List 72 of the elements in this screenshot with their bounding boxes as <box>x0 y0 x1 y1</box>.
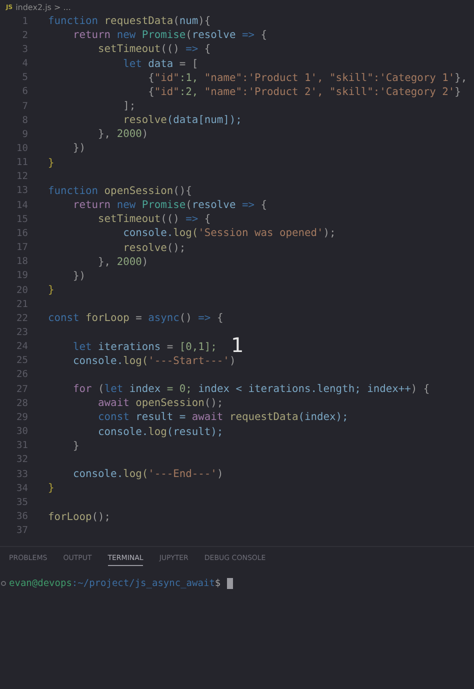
code-line: await openSession(); <box>97 397 224 410</box>
code-line: return new Promise(resolve => { <box>72 29 267 42</box>
code-line: const result = await requestData(index); <box>97 411 348 424</box>
line-number: 35 <box>16 496 28 508</box>
code-line: } <box>48 284 54 296</box>
breadcrumb[interactable]: index2.js > ... <box>16 2 71 12</box>
line-number: 33 <box>16 468 28 480</box>
line-number: 23 <box>16 327 28 338</box>
code-line: }, 2000) <box>97 128 148 140</box>
line-number: 16 <box>16 228 28 239</box>
line-number: 24 <box>16 341 28 352</box>
terminal-prompt: evan@devops:~/project/js_async_await$ <box>9 578 221 589</box>
code-line: setTimeout(() => { <box>97 43 211 56</box>
code-line: function openSession(){ <box>48 184 192 197</box>
line-number: 37 <box>16 525 28 536</box>
line-number: 5 <box>21 72 28 84</box>
code-line: return new Promise(resolve => { <box>72 199 267 212</box>
line-number: 34 <box>16 482 28 494</box>
code-line: {"id":2, "name":'Product 2', "skill":'Category 2'} <box>147 86 461 98</box>
code-line: }) <box>72 270 86 282</box>
line-number: 18 <box>16 256 28 268</box>
line-number: 31 <box>16 440 28 452</box>
line-number: 21 <box>16 298 28 310</box>
line-number: 36 <box>16 511 28 522</box>
code-line: function requestData(num){ <box>48 15 211 28</box>
line-number: 20 <box>16 284 28 296</box>
line-number: 19 <box>16 270 28 282</box>
code-line: console.log(result); <box>97 426 224 438</box>
line-number: 1 <box>21 16 28 27</box>
line-number: 32 <box>16 454 28 466</box>
code-line: resolve(); <box>122 242 186 254</box>
code-line: {"id":1, "name":'Product 1', "skill":'Category 1'}, <box>147 72 468 84</box>
line-number: 4 <box>21 58 28 70</box>
terminal-cursor <box>226 578 233 589</box>
circle-icon <box>1 580 6 586</box>
line-number: 9 <box>21 128 28 140</box>
code-line: resolve(data[num]); <box>122 114 242 126</box>
code-line: }, 2000) <box>97 256 148 268</box>
code-line: for (let index = 0; index < iterations.length; index++) { <box>72 383 430 396</box>
code-line: } <box>48 156 54 169</box>
line-number: 12 <box>16 171 28 182</box>
code-line: console.log('Session was opened'); <box>122 227 336 240</box>
line-number: 11 <box>16 157 28 168</box>
code-line: forLoop(); <box>48 510 111 523</box>
code-line: let iterations = [0,1]; <box>72 340 217 353</box>
line-number: 29 <box>16 412 28 423</box>
code-line: } <box>72 440 80 452</box>
line-number: 8 <box>21 114 28 126</box>
line-number: 15 <box>16 214 28 225</box>
line-number: 26 <box>16 369 28 380</box>
code-line: } <box>48 482 54 494</box>
line-number: 14 <box>16 200 28 211</box>
line-number: 13 <box>16 185 28 196</box>
line-number: 2 <box>21 30 28 41</box>
line-number: 22 <box>16 312 28 324</box>
line-number: 30 <box>16 426 28 438</box>
code-line: ]; <box>122 100 136 112</box>
line-number: 28 <box>16 398 28 409</box>
line-number: 17 <box>16 242 28 254</box>
line-number: 6 <box>21 86 28 98</box>
code-line: }) <box>72 142 86 154</box>
line-number: 7 <box>21 100 28 112</box>
line-number: 25 <box>16 355 28 366</box>
code-line: console.log('---End---') <box>72 468 224 480</box>
code-line: let data = [ <box>122 58 198 70</box>
line-number: 3 <box>21 44 28 55</box>
code-line: const forLoop = async() => { <box>48 312 224 324</box>
line-number: 10 <box>16 142 28 154</box>
line-number: 27 <box>16 384 28 395</box>
overlay-counter: 1 <box>231 333 244 357</box>
code-line: console.log('---Start---') <box>72 354 236 367</box>
code-line: setTimeout(() => { <box>97 213 211 226</box>
